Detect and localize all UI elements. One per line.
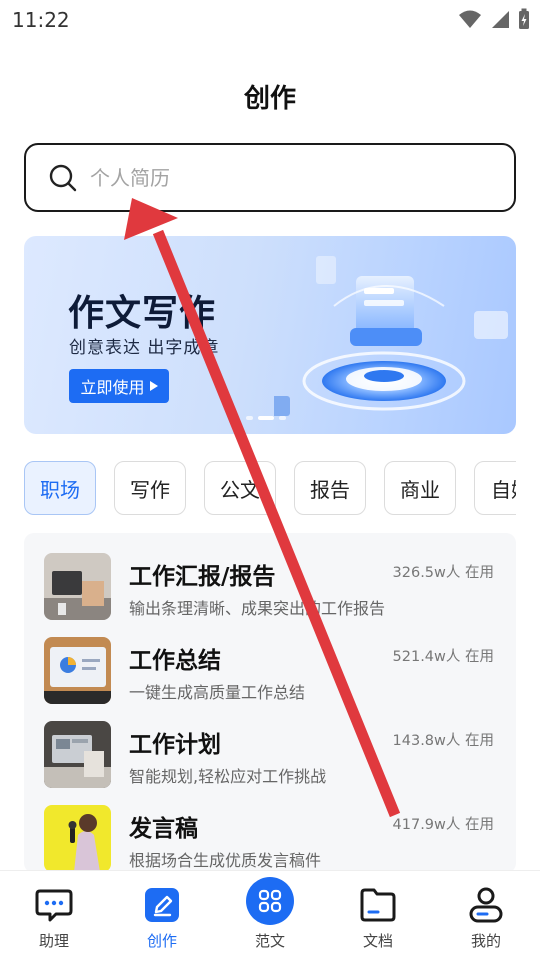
tab-report[interactable]: 报告 [294,461,366,515]
status-icons [458,8,530,30]
list-item[interactable]: 发言稿 根据场合生成优质发言稿件 417.9w人 在用 [24,785,516,872]
thumbnail-dashboard-image [44,637,111,704]
tab-official-docs[interactable]: 公文 [204,461,276,515]
wifi-icon [459,10,481,28]
nav-assistant[interactable]: 助理 [0,871,108,960]
chat-bubble-icon [35,889,73,922]
item-description: 一键生成高质量工作总结 [129,683,306,702]
banner-subtitle: 创意表达 出字成章 [69,338,220,358]
item-user-count: 417.9w人 在用 [392,817,494,833]
pagination-dot [279,416,286,420]
nav-create[interactable]: 创作 [108,871,216,960]
user-icon [469,887,503,923]
nav-label: 我的 [470,932,501,950]
item-title: 工作总结 [129,648,221,674]
thumbnail-speaker-image [44,805,111,872]
item-user-count: 521.4w人 在用 [392,649,494,665]
thumbnail-laptop-image [44,553,111,620]
nav-label: 范文 [254,932,285,950]
battery-icon [519,8,529,29]
item-title: 工作汇报/报告 [129,564,276,590]
banner-cta-button[interactable]: 立即使用 [69,369,169,403]
cellular-signal-icon [492,11,509,28]
list-item[interactable]: 工作汇报/报告 输出条理清晰、成果突出的工作报告 326.5w人 在用 [24,533,516,620]
page-title: 创作 [243,84,296,114]
banner-illustration [274,256,508,416]
nav-profile[interactable]: 我的 [432,871,540,960]
bottom-navigation: 助理 创作 范文 文档 我的 [0,870,540,960]
thumbnail-planning-image [44,721,111,788]
tab-business[interactable]: 商业 [384,461,456,515]
banner-cta-label: 立即使用 [80,378,145,397]
template-list: 工作汇报/报告 输出条理清晰、成果突出的工作报告 326.5w人 在用 工作总结… [24,533,516,873]
nav-samples[interactable]: 范文 [216,871,324,960]
item-description: 输出条理清晰、成果突出的工作报告 [129,599,386,618]
category-tabs: 职场 写作 公文 报告 商业 自媒体 [24,461,516,515]
pagination-dot [246,416,253,420]
tab-self-media[interactable]: 自媒体 [474,461,516,515]
edit-pen-icon [145,888,179,922]
item-title: 发言稿 [129,816,198,842]
tab-writing[interactable]: 写作 [114,461,186,515]
promo-banner[interactable]: 作文写作 创意表达 出字成章 立即使用 [24,236,516,434]
tab-workplace[interactable]: 职场 [24,461,96,515]
nav-label: 助理 [38,932,69,950]
banner-pagination [246,416,286,420]
pagination-dot-active [258,416,274,420]
search-input[interactable] [90,165,470,190]
nav-label: 创作 [146,932,177,950]
item-user-count: 143.8w人 在用 [392,733,494,749]
item-description: 智能规划,轻松应对工作挑战 [129,767,327,786]
list-item[interactable]: 工作总结 一键生成高质量工作总结 521.4w人 在用 [24,617,516,704]
status-time: 11:22 [12,8,70,32]
status-bar: 11:22 [0,0,540,38]
item-user-count: 326.5w人 在用 [392,565,494,581]
search-icon [49,164,77,191]
grid-apps-icon [246,877,294,925]
list-item[interactable]: 工作计划 智能规划,轻松应对工作挑战 143.8w人 在用 [24,701,516,788]
banner-title: 作文写作 [68,293,217,334]
search-bar[interactable] [24,143,516,212]
nav-label: 文档 [362,932,393,950]
folder-icon [360,888,396,922]
play-arrow-icon [149,381,158,391]
item-description: 根据场合生成优质发言稿件 [129,851,322,870]
nav-documents[interactable]: 文档 [324,871,432,960]
item-title: 工作计划 [129,732,221,758]
